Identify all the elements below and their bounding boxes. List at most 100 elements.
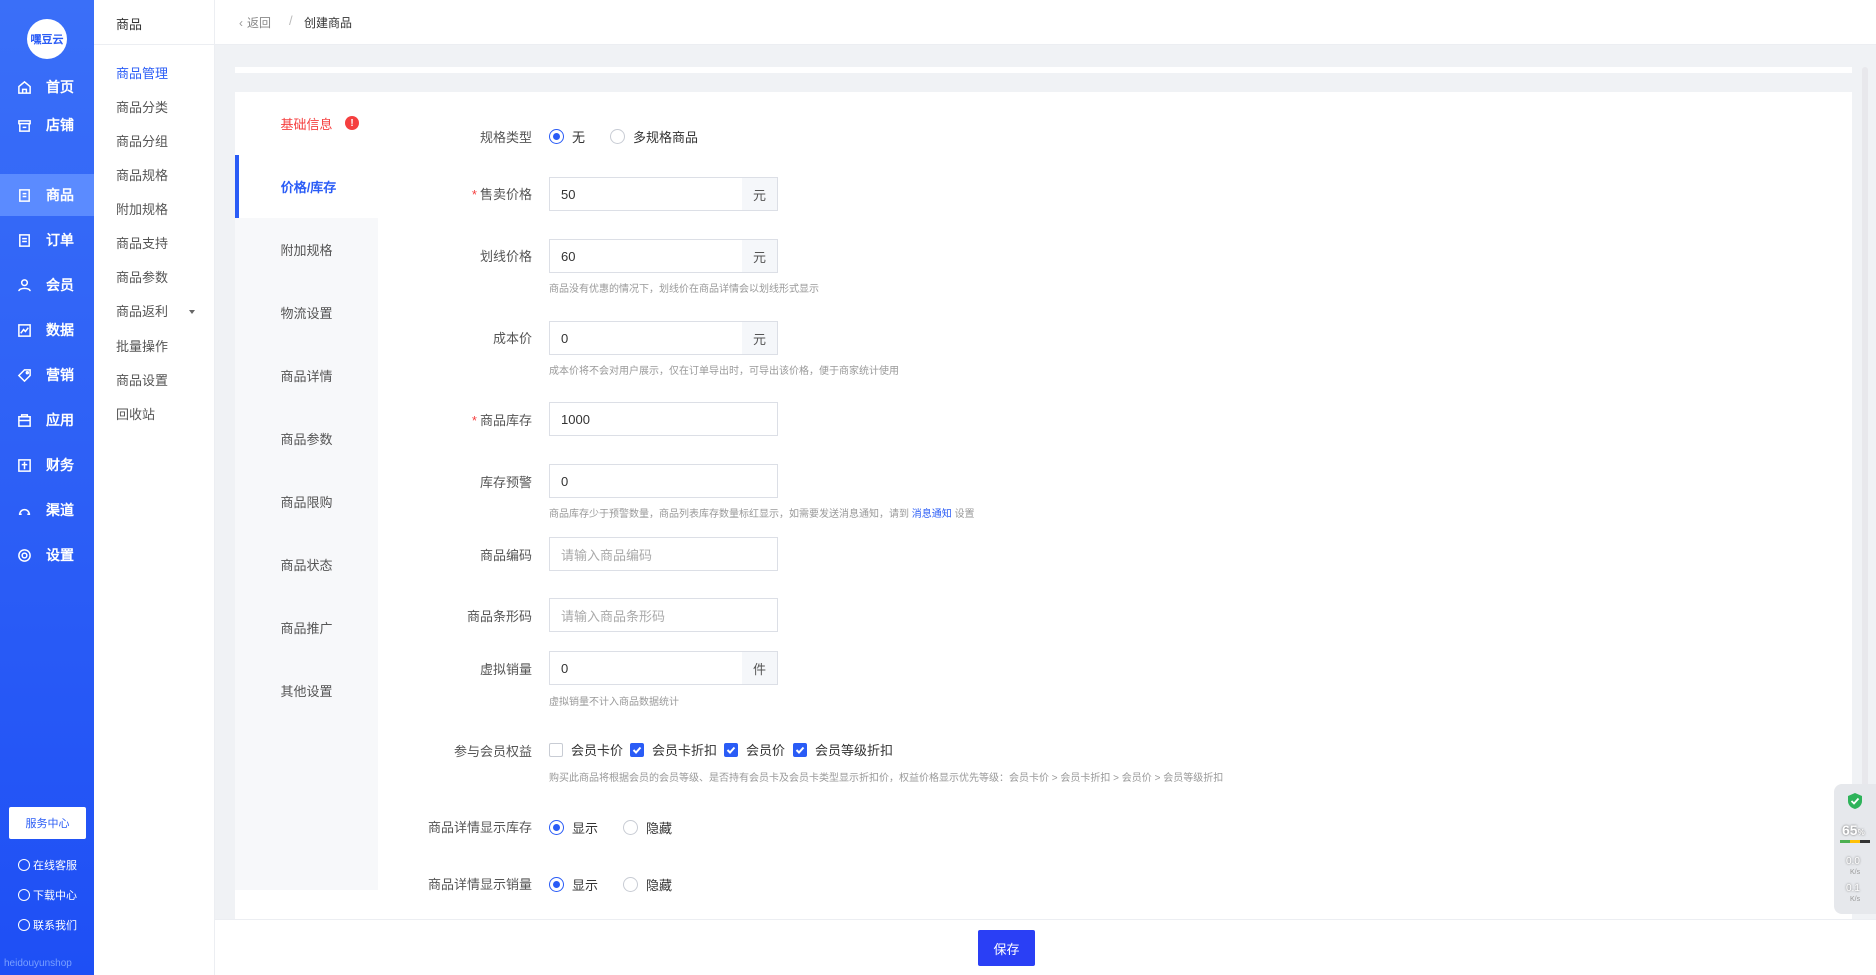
scrollbar[interactable]	[1862, 67, 1868, 907]
show-stock-show-radio[interactable]: 显示	[549, 818, 598, 837]
service-center-button[interactable]: 服务中心	[9, 807, 86, 839]
radio-label: 多规格商品	[633, 130, 699, 145]
page-title: 创建商品	[304, 16, 353, 30]
radio-dot	[549, 877, 564, 892]
spec-type-multi-radio[interactable]: 多规格商品	[610, 127, 698, 146]
nav-item-marketing[interactable]: 营销	[0, 354, 94, 396]
line-price-input[interactable]: 60	[549, 239, 743, 273]
nav-label: 会员	[46, 277, 74, 293]
radio-dot	[623, 820, 638, 835]
nav-item-orders[interactable]: 订单	[0, 219, 94, 261]
subnav-item-extra-specs[interactable]: 附加规格	[116, 199, 168, 218]
sale-price-label: * 售卖价格	[471, 187, 532, 202]
member-card-price-checkbox[interactable]: 会员卡价	[549, 740, 623, 759]
subnav-item-rebate[interactable]: 商品返利	[116, 301, 168, 320]
tab-label: 基础信息	[280, 117, 333, 132]
nav-item-store[interactable]: 店铺	[0, 104, 94, 146]
tag-icon	[16, 367, 32, 383]
show-sales-hide-radio[interactable]: 隐藏	[623, 875, 672, 894]
nav-item-members[interactable]: 会员	[0, 264, 94, 306]
nav-label: 店铺	[46, 117, 74, 133]
cost-price-input[interactable]: 0	[549, 321, 743, 355]
tab-status[interactable]: 商品状态	[235, 533, 378, 596]
subnav-item-params[interactable]: 商品参数	[116, 267, 168, 286]
online-service-link[interactable]: 在线客服	[18, 857, 77, 873]
store-icon	[16, 117, 32, 133]
usage-percent: 65%	[1842, 822, 1865, 838]
cost-price-label: 成本价	[492, 331, 532, 346]
primary-nav: 嘿豆云 首页 店铺 商品 订单 会员 数据 营销 应用 财务 渠道 设置 服务中…	[0, 0, 94, 975]
upload-speed: 0.0	[1846, 856, 1860, 867]
spec-type-none-radio[interactable]: 无	[549, 127, 585, 146]
top-bar: ‹ 返回 / 创建商品	[215, 0, 1876, 45]
tab-details[interactable]: 商品详情	[235, 344, 378, 407]
save-button[interactable]: 保存	[978, 930, 1035, 966]
nav-label: 营销	[46, 367, 74, 383]
message-notification-link[interactable]: 消息通知	[912, 509, 952, 520]
checkbox-label: 会员等级折扣	[815, 743, 894, 758]
subnav-item-settings[interactable]: 商品设置	[116, 370, 168, 389]
radio-label: 无	[572, 130, 586, 145]
barcode-input[interactable]: 请输入商品条形码	[549, 598, 778, 632]
breadcrumb-separator: /	[289, 13, 293, 28]
chevron-down-icon[interactable]	[189, 310, 195, 314]
member-icon	[16, 277, 32, 293]
nav-item-apps[interactable]: 应用	[0, 399, 94, 441]
stock-warning-input[interactable]: 0	[549, 464, 778, 498]
nav-label: 商品	[46, 187, 74, 203]
stock-warning-hint: 商品库存少于预警数量，商品列表库存数量标红显示，如需要发送消息通知，请到 消息通…	[549, 509, 975, 520]
contact-us-link[interactable]: 联系我们	[18, 917, 77, 933]
code-input[interactable]: 请输入商品编码	[549, 537, 778, 571]
subnav-title: 商品	[116, 17, 143, 32]
headset-icon	[18, 859, 30, 871]
sale-price-input[interactable]: 50	[549, 177, 743, 211]
upload-unit: K/s	[1850, 869, 1861, 876]
virtual-sales-input[interactable]: 0	[549, 651, 743, 685]
download-unit: K/s	[1850, 896, 1861, 903]
virtual-sales-label: 虚拟销量	[479, 662, 532, 677]
checkbox-label: 会员卡价	[571, 743, 624, 758]
subnav-item-batch[interactable]: 批量操作	[116, 336, 168, 355]
nav-item-goods[interactable]: 商品	[0, 174, 94, 216]
stock-label: * 商品库存	[471, 413, 532, 428]
member-price-checkbox[interactable]: 会员价	[724, 740, 785, 759]
radio-label: 显示	[572, 821, 599, 836]
download-center-link[interactable]: 下载中心	[18, 887, 77, 903]
nav-item-home[interactable]: 首页	[0, 66, 94, 108]
nav-item-settings[interactable]: 设置	[0, 534, 94, 576]
brand-logo[interactable]: 嘿豆云	[27, 19, 67, 59]
download-speed: 0.1	[1846, 883, 1860, 894]
nav-item-data[interactable]: 数据	[0, 309, 94, 351]
brand-footer-text: heidouyunshop	[4, 958, 72, 969]
line-price-hint: 商品没有优惠的情况下，划线价在商品详情会以划线形式显示	[549, 284, 819, 295]
show-stock-hide-radio[interactable]: 隐藏	[623, 818, 672, 837]
usage-bar	[1840, 840, 1870, 843]
barcode-label: 商品条形码	[466, 609, 532, 624]
settings-icon	[16, 547, 32, 563]
checkbox-label: 会员卡折扣	[652, 743, 718, 758]
member-level-discount-checkbox[interactable]: 会员等级折扣	[793, 740, 893, 759]
subnav-item-categories[interactable]: 商品分类	[116, 97, 168, 116]
contact-us-label: 联系我们	[33, 920, 77, 932]
back-button[interactable]: ‹ 返回	[239, 14, 271, 31]
nav-label: 数据	[46, 322, 74, 338]
radio-dot	[549, 129, 564, 144]
subnav-item-goods-management[interactable]: 商品管理	[116, 63, 168, 82]
subnav-item-groups[interactable]: 商品分组	[116, 131, 168, 150]
stock-input[interactable]: 1000	[549, 402, 778, 436]
chat-icon	[18, 919, 30, 931]
nav-item-finance[interactable]: 财务	[0, 444, 94, 486]
stock-warning-label: 库存预警	[479, 475, 532, 490]
nav-label: 设置	[46, 547, 74, 563]
subnav-item-recycle-bin[interactable]: 回收站	[116, 404, 155, 423]
subnav-item-specs[interactable]: 商品规格	[116, 165, 168, 184]
network-monitor-widget[interactable]: 65% 0.0 K/s 0.1 K/s	[1834, 784, 1876, 914]
nav-item-channel[interactable]: 渠道	[0, 489, 94, 531]
show-sales-show-radio[interactable]: 显示	[549, 875, 598, 894]
member-card-discount-checkbox[interactable]: 会员卡折扣	[630, 740, 717, 759]
footer-bar	[215, 919, 1876, 975]
code-label: 商品编码	[479, 548, 532, 563]
subnav-item-support[interactable]: 商品支持	[116, 233, 168, 252]
check-icon	[630, 742, 644, 757]
checkbox-box	[549, 742, 563, 757]
